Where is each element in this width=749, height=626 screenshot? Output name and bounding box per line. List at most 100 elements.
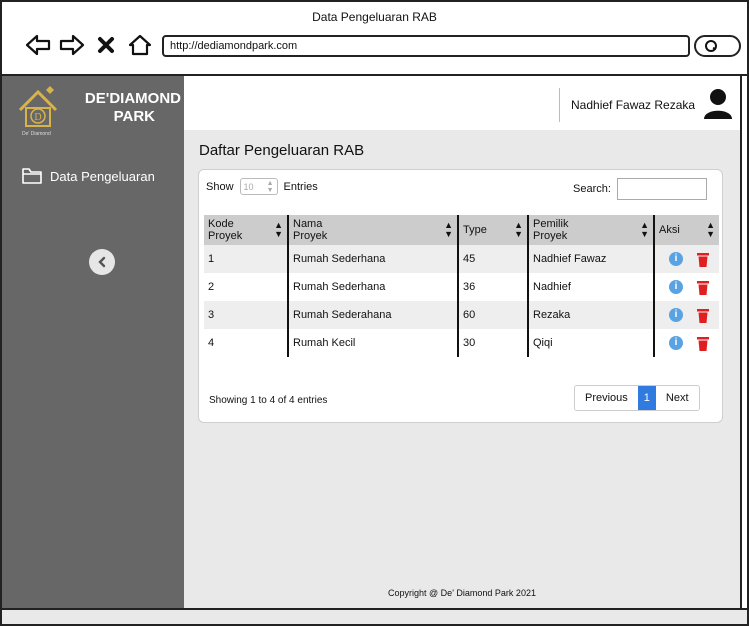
cell-pemilik: Rezaka <box>527 301 654 329</box>
brand-line-2: PARK <box>113 108 155 125</box>
table-header-row: Kode Proyek ▲ ▼ Nama Proyek ▲ ▼ Type ▲ ▼… <box>204 215 719 245</box>
browser-search-button[interactable] <box>694 35 741 57</box>
table-row: 2 Rumah Sederhana 36 Nadhief i <box>204 273 719 301</box>
close-icon <box>98 37 114 53</box>
back-button[interactable] <box>24 32 52 58</box>
browser-status-bar <box>2 608 747 624</box>
page-length-select[interactable]: 10 ▲ ▼ <box>239 178 278 195</box>
brand-logo[interactable]: D DE'DIAMOND PARK De' Diamond <box>16 86 181 142</box>
sort-icon: ▲ ▼ <box>274 220 283 239</box>
header-line: Proyek <box>208 230 243 242</box>
sidebar-item-label: Data Pengeluaran <box>50 168 155 184</box>
cell-nama: Rumah Kecil <box>287 329 458 357</box>
cell-kode: 1 <box>204 245 288 273</box>
scrollbar[interactable] <box>740 76 747 608</box>
sort-icon: ▲ ▼ <box>514 220 523 239</box>
entries-label: Entries <box>283 180 318 193</box>
pagination: Previous 1 Next <box>574 385 700 411</box>
table-row: 1 Rumah Sederhana 45 Nadhief Fawaz i <box>204 245 719 273</box>
cell-type: 45 <box>457 245 528 273</box>
sidebar: D DE'DIAMOND PARK De' Diamond Data Penge… <box>2 76 184 608</box>
table-card: Show 10 ▲▼ Entries Search: KodeProyek <box>198 169 723 423</box>
header-nama-proyek[interactable]: Nama Proyek ▲ ▼ <box>287 215 458 245</box>
brand-line-1: DE'DIAMOND <box>84 90 181 107</box>
info-icon[interactable]: i <box>669 308 683 322</box>
forward-button[interactable] <box>58 32 86 58</box>
header-type[interactable]: Type ▲ ▼ <box>457 215 528 245</box>
browser-window: Data Pengeluaran RAB http://dediamondpar… <box>0 0 749 626</box>
sort-icon: ▲ ▼ <box>640 220 649 239</box>
collapse-sidebar-button[interactable] <box>89 249 115 275</box>
header-line: Aksi <box>659 224 680 236</box>
header-line: Kode <box>208 218 234 230</box>
show-label: Show <box>206 180 234 193</box>
svg-text:D: D <box>34 112 41 123</box>
cell-pemilik: Qiqi <box>527 329 654 357</box>
cell-kode: 4 <box>204 329 288 357</box>
previous-page-button[interactable]: Previous <box>575 386 638 410</box>
main-content: Nadhief Fawaz Rezaka Daftar Pengeluaran … <box>184 76 740 608</box>
pagination-info: Showing 1 to 4 of 4 entries <box>209 395 328 406</box>
trash-icon[interactable] <box>697 336 709 351</box>
table-search: Search: <box>573 178 707 200</box>
cell-nama: Rumah Sederhana <box>287 245 458 273</box>
trash-icon[interactable] <box>697 280 709 295</box>
header-line: Pemilik <box>533 218 569 230</box>
trash-icon[interactable] <box>697 252 709 267</box>
cell-nama: Rumah Sederahana <box>287 301 458 329</box>
table-row: 4 Rumah Kecil 30 Qiqi i <box>204 329 719 357</box>
header-line: Proyek <box>293 230 328 242</box>
page-length-value: 10 <box>243 181 254 192</box>
select-arrows-icon: ▲ ▼ <box>266 179 274 194</box>
cell-pemilik: Nadhief <box>527 273 654 301</box>
arrow-left-icon <box>25 34 51 56</box>
header-line: Nama <box>293 218 323 230</box>
info-icon[interactable]: i <box>669 336 683 350</box>
trash-icon[interactable] <box>697 308 709 323</box>
info-icon[interactable]: i <box>669 280 683 294</box>
page-length-control: Show 10 ▲ ▼ Entries <box>206 178 318 195</box>
user-avatar-icon[interactable] <box>703 88 733 120</box>
cell-pemilik: Nadhief Fawaz <box>527 245 654 273</box>
info-icon[interactable]: i <box>669 252 683 266</box>
header-line: Proyek <box>533 230 568 242</box>
browser-chrome: Data Pengeluaran RAB http://dediamondpar… <box>2 2 747 76</box>
cell-aksi: i <box>653 301 719 329</box>
header-aksi[interactable]: Aksi ▲ ▼ <box>653 215 719 245</box>
chevron-left-icon <box>98 256 106 268</box>
folder-icon <box>22 168 42 184</box>
header-line: Type <box>463 224 487 236</box>
cell-type: 30 <box>457 329 528 357</box>
header-pemilik-proyek[interactable]: Pemilik Proyek ▲ ▼ <box>527 215 654 245</box>
next-page-button[interactable]: Next <box>655 386 699 410</box>
home-button[interactable] <box>126 32 154 58</box>
cell-type: 60 <box>457 301 528 329</box>
data-table: Kode Proyek ▲ ▼ Nama Proyek ▲ ▼ Type ▲ ▼… <box>204 215 719 357</box>
sort-icon: ▲ ▼ <box>444 220 453 239</box>
home-icon <box>128 34 152 56</box>
window-title: Data Pengeluaran RAB <box>312 10 437 24</box>
page-title: Daftar Pengeluaran RAB <box>199 142 365 159</box>
cell-aksi: i <box>653 245 719 273</box>
cell-aksi: i <box>653 329 719 357</box>
topbar-divider <box>559 88 560 122</box>
search-icon <box>705 40 717 52</box>
header-kode-proyek[interactable]: Kode Proyek ▲ ▼ <box>204 215 288 245</box>
page-1-button[interactable]: 1 <box>637 386 656 410</box>
brand-name: DE'DIAMOND PARK <box>66 90 181 126</box>
stop-button[interactable] <box>92 32 120 58</box>
cell-kode: 3 <box>204 301 288 329</box>
topbar: Nadhief Fawaz Rezaka <box>184 76 740 130</box>
cell-nama: Rumah Sederhana <box>287 273 458 301</box>
cell-kode: 2 <box>204 273 288 301</box>
footer-copyright: Copyright @ De' Diamond Park 2021 <box>388 588 536 598</box>
user-name[interactable]: Nadhief Fawaz Rezaka <box>571 98 695 112</box>
sidebar-item-data-pengeluaran[interactable]: Data Pengeluaran <box>22 168 155 184</box>
table-row: 3 Rumah Sederahana 60 Rezaka i <box>204 301 719 329</box>
arrow-right-icon <box>59 34 85 56</box>
search-input[interactable] <box>616 178 707 200</box>
brand-subtext: De' Diamond <box>22 131 51 137</box>
search-label: Search: <box>573 183 611 195</box>
cell-type: 36 <box>457 273 528 301</box>
url-bar[interactable]: http://dediamondpark.com <box>162 35 690 57</box>
